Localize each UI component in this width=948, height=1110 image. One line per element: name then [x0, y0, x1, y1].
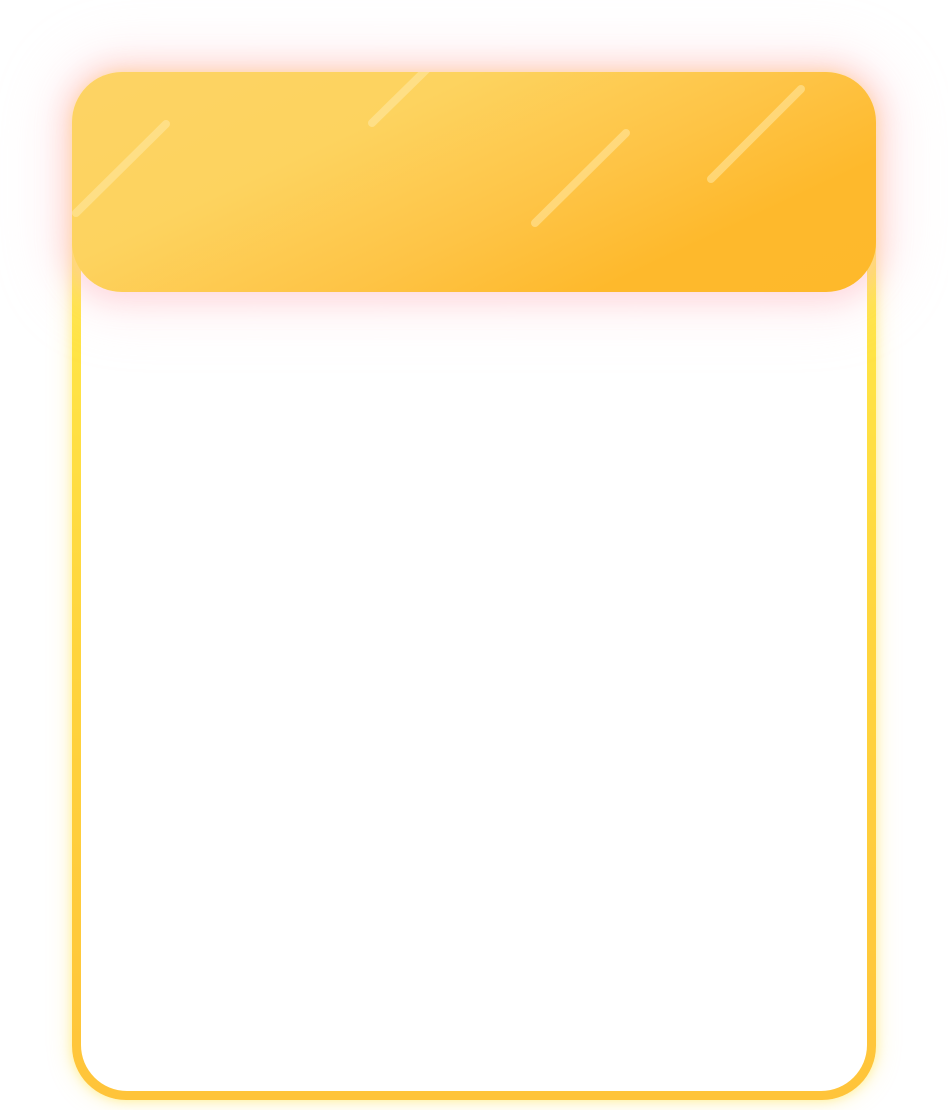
glass-streak: [368, 72, 430, 127]
glass-streak: [531, 129, 630, 227]
glass-streaks: [72, 72, 805, 227]
panel-header: [72, 72, 876, 292]
glass-streak: [72, 120, 170, 217]
glass-streak: [707, 85, 805, 183]
